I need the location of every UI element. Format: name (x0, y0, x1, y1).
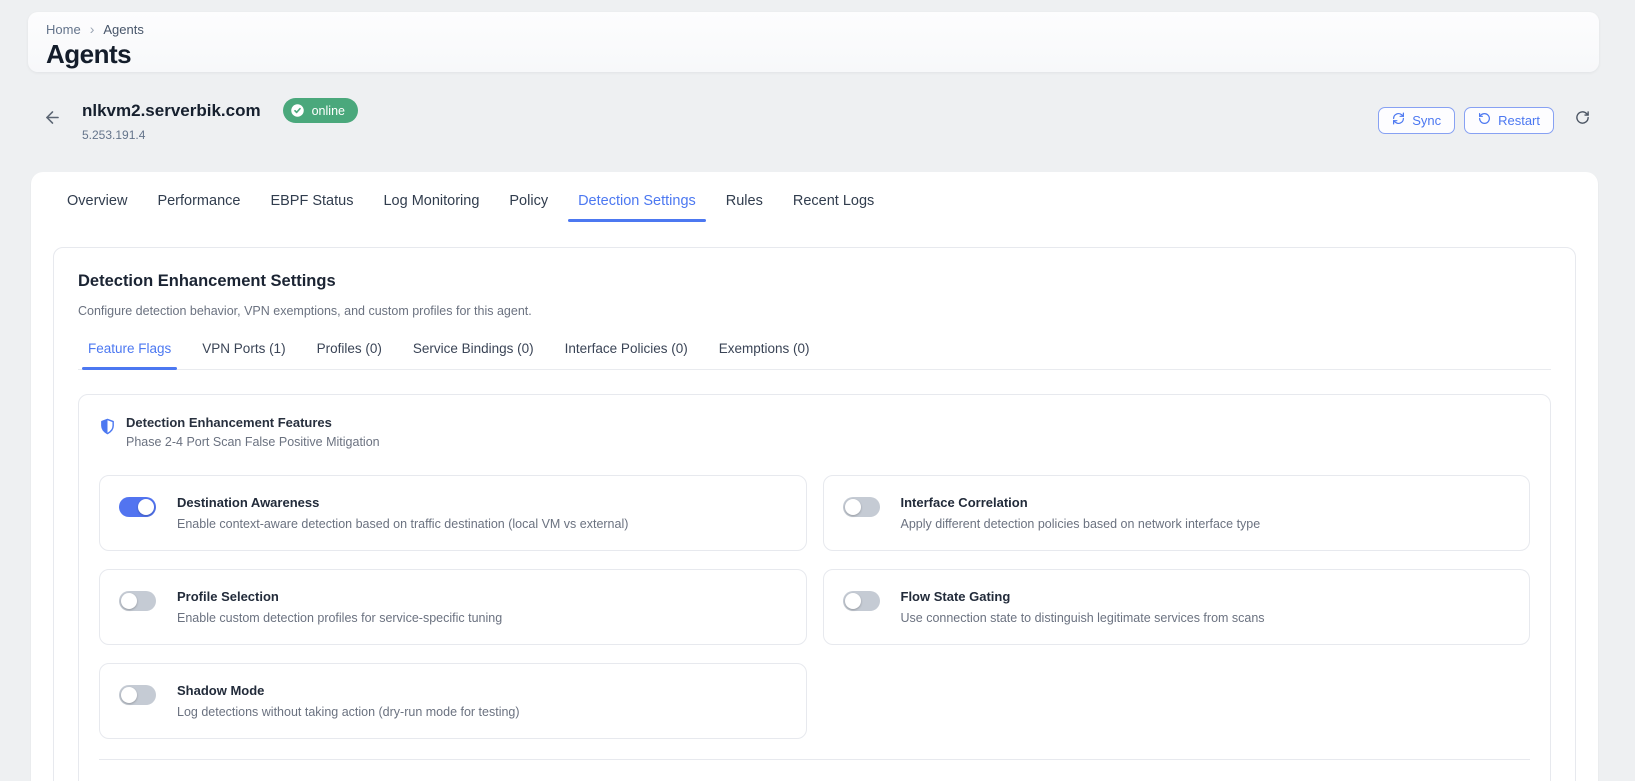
arrow-left-icon (43, 108, 62, 132)
toggle-shadow-mode[interactable] (119, 685, 156, 705)
detection-settings-title: Detection Enhancement Settings (78, 272, 336, 290)
restart-button-label: Restart (1498, 112, 1540, 128)
feature-card-flow-state-gating: Flow State Gating Use connection state t… (822, 569, 1530, 645)
status-badge: online (282, 98, 358, 123)
restart-icon (1478, 112, 1491, 128)
feature-description: Use connection state to distinguish legi… (900, 611, 1265, 625)
toggle-interface-correlation[interactable] (842, 497, 880, 517)
feature-panel-title: Detection Enhancement Features (126, 415, 332, 430)
feature-panel-subtitle: Phase 2-4 Port Scan False Positive Mitig… (126, 435, 380, 449)
feature-label: Flow State Gating (900, 589, 1011, 604)
tab-rules[interactable]: Rules (726, 193, 763, 222)
status-badge-label: online (311, 103, 345, 118)
agent-detail-card: Overview Performance EBPF Status Log Mon… (31, 172, 1598, 781)
feature-description: Log detections without taking action (dr… (177, 705, 520, 719)
toggle-destination-awareness[interactable] (119, 497, 156, 517)
breadcrumb: Home › Agents (46, 21, 1581, 37)
feature-card-profile-selection: Profile Selection Enable custom detectio… (99, 569, 807, 645)
feature-description: Enable custom detection profiles for ser… (177, 611, 503, 625)
breadcrumb-current: Agents (103, 21, 144, 37)
agent-hostname: nlkvm2.serverbik.com (82, 100, 261, 120)
page-header: Home › Agents Agents (28, 12, 1599, 72)
shield-icon (99, 415, 116, 441)
refresh-icon (1575, 110, 1590, 130)
feature-label: Destination Awareness (177, 495, 320, 510)
restart-button[interactable]: Restart (1464, 106, 1554, 134)
subtab-interface-policies[interactable]: Interface Policies (0) (565, 341, 688, 369)
subtab-profiles[interactable]: Profiles (0) (317, 341, 382, 369)
feature-card-interface-correlation: Interface Correlation Apply different de… (822, 475, 1530, 551)
toggle-flow-state-gating[interactable] (842, 591, 880, 611)
check-circle-icon (290, 103, 305, 118)
subtab-vpn-ports[interactable]: VPN Ports (1) (202, 341, 285, 369)
feature-description: Apply different detection policies based… (900, 517, 1261, 531)
tab-detection-settings[interactable]: Detection Settings (568, 193, 706, 222)
tab-ebpf-status[interactable]: EBPF Status (270, 193, 353, 222)
page-title: Agents (46, 39, 132, 69)
detection-settings-card: Detection Enhancement Settings Configure… (53, 247, 1576, 781)
tab-log-monitoring[interactable]: Log Monitoring (383, 193, 479, 222)
agent-header: nlkvm2.serverbik.com online 5.253.191.4 … (0, 96, 1635, 144)
refresh-button[interactable] (1571, 109, 1593, 131)
section-divider (99, 759, 1530, 760)
subtab-exemptions[interactable]: Exemptions (0) (719, 341, 810, 369)
toggle-profile-selection[interactable] (119, 591, 156, 611)
sync-icon (1392, 112, 1405, 128)
subtab-service-bindings[interactable]: Service Bindings (0) (413, 341, 534, 369)
detection-settings-subtitle: Configure detection behavior, VPN exempt… (78, 304, 532, 318)
tab-policy[interactable]: Policy (509, 193, 548, 222)
feature-toggle-grid: Destination Awareness Enable context-awa… (99, 475, 1530, 739)
tab-overview[interactable]: Overview (67, 193, 127, 222)
feature-label: Profile Selection (177, 589, 279, 604)
tab-performance[interactable]: Performance (157, 193, 240, 222)
breadcrumb-separator-icon: › (89, 21, 95, 37)
tab-recent-logs[interactable]: Recent Logs (793, 193, 874, 222)
feature-label: Interface Correlation (900, 495, 1028, 510)
agent-ip: 5.253.191.4 (82, 128, 146, 142)
breadcrumb-home[interactable]: Home (46, 22, 81, 37)
feature-card-destination-awareness: Destination Awareness Enable context-awa… (99, 475, 807, 551)
feature-description: Enable context-aware detection based on … (177, 517, 629, 531)
agent-tabs: Overview Performance EBPF Status Log Mon… (31, 172, 1598, 222)
feature-label: Shadow Mode (177, 683, 265, 698)
sync-button[interactable]: Sync (1378, 106, 1456, 134)
subtab-feature-flags[interactable]: Feature Flags (81, 341, 178, 370)
detection-subtabs: Feature Flags VPN Ports (1) Profiles (0)… (78, 341, 1551, 370)
sync-button-label: Sync (1412, 112, 1442, 128)
back-button[interactable] (38, 106, 66, 134)
feature-card-shadow-mode: Shadow Mode Log detections without takin… (99, 663, 807, 739)
feature-flags-panel: Detection Enhancement Features Phase 2-4… (78, 394, 1551, 781)
